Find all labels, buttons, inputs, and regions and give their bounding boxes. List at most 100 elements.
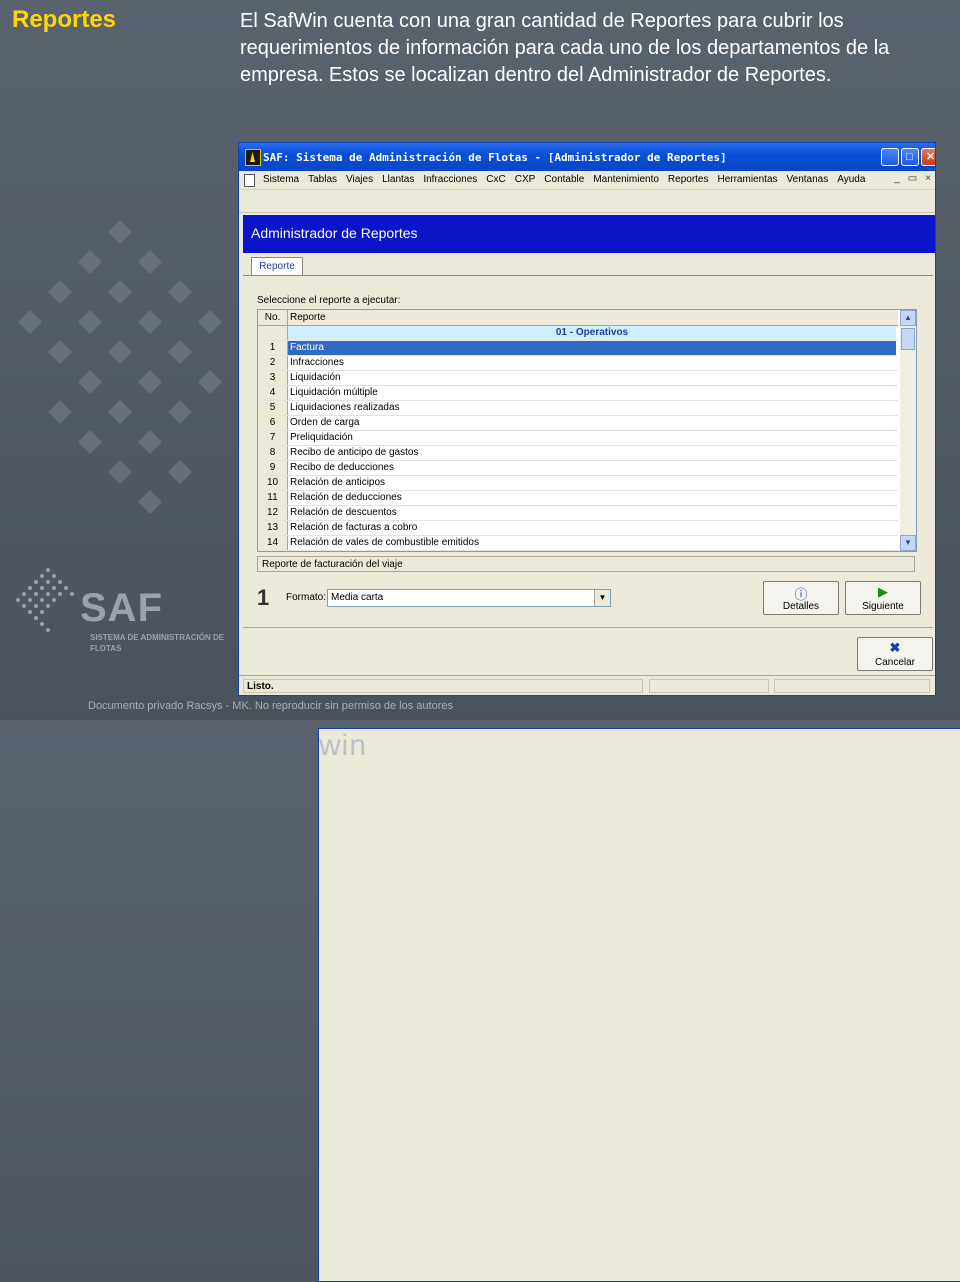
menu-cxp[interactable]: CXP	[515, 174, 536, 185]
select-report-label: Seleccione el reporte a ejecutar:	[257, 295, 401, 306]
table-row[interactable]: 9 Recibo de deducciones	[258, 461, 898, 476]
maximize-button[interactable]: □	[901, 148, 919, 166]
row-number: 14	[258, 536, 288, 550]
row-report-name: Liquidaciones realizadas	[290, 402, 400, 413]
tab-divider	[243, 275, 933, 276]
report-grid[interactable]: No. Reporte 01 - Operativos 1 Factura 2I…	[257, 309, 917, 552]
table-row[interactable]: 14 Relación de vales de combustible emiti…	[258, 536, 898, 551]
row-report-name: Relación de anticipos	[290, 477, 386, 488]
logo-wordmark: SAF win	[80, 586, 960, 1282]
row-report-name: Preliquidación	[290, 432, 353, 443]
column-header-no[interactable]: No.	[258, 310, 288, 325]
chevron-down-icon[interactable]: ▼	[594, 590, 610, 606]
scroll-thumb[interactable]	[901, 328, 915, 350]
table-row[interactable]: 6 Orden de carga	[258, 416, 898, 431]
menu-ventanas[interactable]: Ventanas	[787, 174, 829, 185]
cancel-button[interactable]: ✖ Cancelar	[857, 637, 933, 671]
child-close-button[interactable]: ×	[925, 173, 931, 184]
row-number: 11	[258, 491, 288, 505]
row-report-name: Infracciones	[290, 357, 344, 368]
table-row[interactable]: 5 Liquidaciones realizadas	[258, 401, 898, 416]
row-report-name: Relación de vales de combustible emitido…	[290, 537, 479, 548]
close-button[interactable]: ✕	[921, 148, 935, 166]
row-number: 6	[258, 416, 288, 430]
minimize-button[interactable]: _	[881, 148, 899, 167]
row-number: 1	[258, 341, 288, 355]
table-row[interactable]: 10 Relación de anticipos	[258, 476, 898, 491]
group-row[interactable]: 01 - Operativos	[258, 326, 898, 341]
report-description: Reporte de facturación del viaje	[257, 556, 915, 572]
scroll-down-icon[interactable]: ▼	[900, 535, 916, 551]
row-number: 7	[258, 431, 288, 445]
row-number: 13	[258, 521, 288, 535]
document-icon[interactable]	[244, 174, 255, 187]
row-report-name: Recibo de anticipo de gastos	[290, 447, 419, 458]
next-button[interactable]: ▶ Siguiente	[845, 581, 921, 615]
column-header-report[interactable]: Reporte	[290, 310, 326, 325]
row-number: 8	[258, 446, 288, 460]
details-button-label: Detalles	[782, 601, 820, 612]
table-row[interactable]: 7 Preliquidación	[258, 431, 898, 446]
table-row[interactable]: 11 Relación de deducciones	[258, 491, 898, 506]
menu-ayuda[interactable]: Ayuda	[837, 174, 865, 185]
table-row[interactable]: 12 Relación de descuentos	[258, 506, 898, 521]
row-number: 9	[258, 461, 288, 475]
menu-sistema[interactable]: Sistema	[263, 174, 299, 185]
next-button-label: Siguiente	[862, 601, 904, 612]
status-panel-3	[774, 679, 930, 693]
row-number: 4	[258, 386, 288, 400]
row-report-name: Liquidación	[290, 372, 341, 383]
row-number: 2	[258, 356, 288, 370]
cancel-x-icon: ✖	[889, 640, 901, 655]
table-row[interactable]: 4 Liquidación múltiple	[258, 386, 898, 401]
row-report-name: Orden de carga	[290, 417, 360, 428]
menu-tablas[interactable]: Tablas	[308, 174, 337, 185]
status-panel-2	[649, 679, 769, 693]
slide-title: Reportes	[12, 6, 117, 33]
status-text: Listo.	[243, 679, 643, 693]
child-restore-button[interactable]: ▭	[908, 173, 917, 184]
row-report-name: Factura	[288, 341, 896, 355]
row-number: 10	[258, 476, 288, 490]
menu-llantas[interactable]: Llantas	[382, 174, 414, 185]
menu-infracciones[interactable]: Infracciones	[423, 174, 477, 185]
table-row-selected[interactable]: 1 Factura	[258, 341, 898, 356]
group-row-num	[258, 326, 288, 340]
menu-mantenimiento[interactable]: Mantenimiento	[593, 174, 659, 185]
row-number: 12	[258, 506, 288, 520]
row-number: 5	[258, 401, 288, 415]
table-row[interactable]: 3 Liquidación	[258, 371, 898, 386]
row-report-name: Relación de deducciones	[290, 492, 402, 503]
status-bar: Listo.	[239, 675, 935, 695]
report-manager-header: Administrador de Reportes	[243, 215, 935, 253]
row-report-name: Recibo de deducciones	[290, 462, 394, 473]
grid-header: No. Reporte	[258, 310, 898, 326]
group-label: 01 - Operativos	[288, 326, 896, 340]
menu-contable[interactable]: Contable	[544, 174, 584, 185]
app-window: SAF: Sistema de Administración de Flotas…	[238, 142, 936, 696]
intro-text: El SafWin cuenta con una gran cantidad d…	[240, 10, 890, 86]
table-row[interactable]: 13 Relación de facturas a cobro	[258, 521, 898, 536]
tab-reporte[interactable]: Reporte	[251, 257, 303, 276]
row-report-name: Relación de descuentos	[290, 507, 397, 518]
details-button[interactable]: ⓘ Detalles	[763, 581, 839, 615]
footer-text: Documento privado Racsys - MK. No reprod…	[88, 700, 453, 712]
play-arrow-icon: ▶	[878, 584, 888, 599]
separator	[243, 627, 933, 628]
table-row[interactable]: 8 Recibo de anticipo de gastos	[258, 446, 898, 461]
scroll-up-icon[interactable]: ▲	[900, 310, 916, 326]
menu-reportes[interactable]: Reportes	[668, 174, 709, 185]
cancel-button-label: Cancelar	[874, 657, 916, 668]
menu-bar: Sistema Tablas Viajes Llantas Infraccion…	[239, 171, 935, 190]
format-select[interactable]: Media carta ▼	[327, 589, 611, 607]
row-report-name: Liquidación múltiple	[290, 387, 378, 398]
toolbar-strip	[239, 190, 935, 213]
menu-herramientas[interactable]: Herramientas	[717, 174, 777, 185]
table-row[interactable]: 2 Infracciones	[258, 356, 898, 371]
report-manager-title: Administrador de Reportes	[251, 225, 418, 241]
menu-viajes[interactable]: Viajes	[346, 174, 373, 185]
child-minimize-button[interactable]: _	[894, 173, 900, 184]
grid-scrollbar[interactable]: ▲ ▼	[900, 310, 916, 551]
title-bar[interactable]: SAF: Sistema de Administración de Flotas…	[239, 143, 935, 171]
menu-cxc[interactable]: CxC	[486, 174, 505, 185]
